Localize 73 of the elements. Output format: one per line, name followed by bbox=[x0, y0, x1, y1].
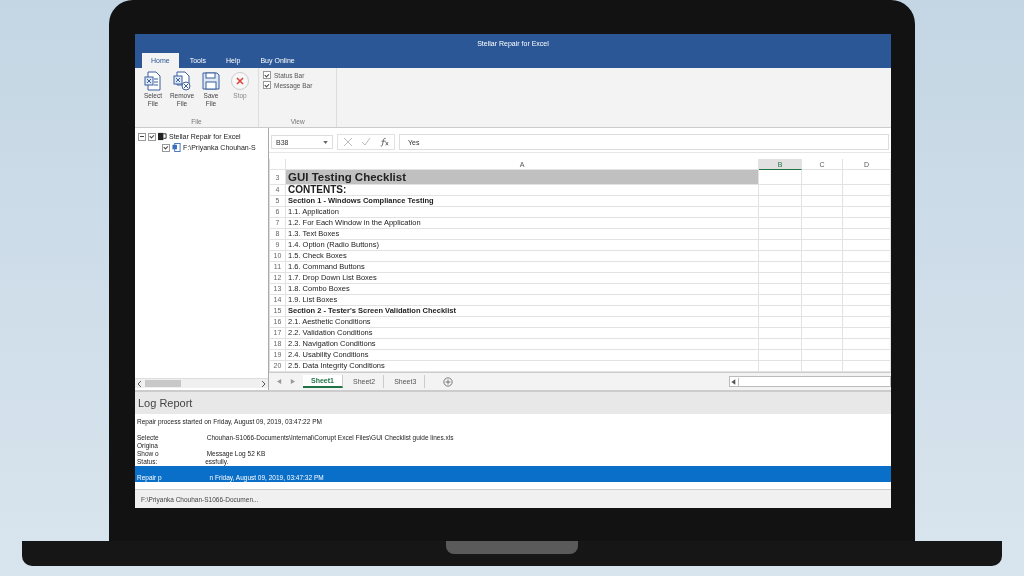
tree-checkbox[interactable] bbox=[162, 143, 170, 152]
table-cell bbox=[843, 170, 891, 185]
file-icon bbox=[172, 143, 181, 152]
table-cell bbox=[802, 251, 843, 262]
table-cell bbox=[843, 339, 891, 350]
save-icon bbox=[201, 71, 221, 91]
table-cell bbox=[802, 284, 843, 295]
table-cell bbox=[843, 229, 891, 240]
table-cell bbox=[843, 196, 891, 207]
file-remove-icon bbox=[172, 71, 192, 91]
table-cell bbox=[759, 240, 802, 251]
table-cell bbox=[843, 262, 891, 273]
table-cell bbox=[759, 262, 802, 273]
table-cell bbox=[843, 328, 891, 339]
tree-checkbox[interactable] bbox=[148, 132, 156, 141]
function-icon[interactable] bbox=[379, 137, 389, 147]
table-cell bbox=[843, 306, 891, 317]
table-cell bbox=[802, 339, 843, 350]
table-cell bbox=[759, 306, 802, 317]
scroll-right-icon[interactable] bbox=[260, 379, 266, 388]
table-cell bbox=[843, 350, 891, 361]
table-cell bbox=[759, 185, 802, 196]
table-cell bbox=[802, 185, 843, 196]
table-cell bbox=[802, 240, 843, 251]
sheet-nav-icon[interactable] bbox=[290, 379, 295, 384]
sheet-nav-icon[interactable] bbox=[277, 379, 282, 384]
table-cell bbox=[802, 328, 843, 339]
table-cell bbox=[759, 350, 802, 361]
table-cell bbox=[759, 218, 802, 229]
panel-title: Log Report bbox=[138, 397, 193, 409]
horizontal-scrollbar[interactable] bbox=[729, 376, 891, 387]
spreadsheet-file-icon bbox=[143, 71, 163, 91]
table-cell bbox=[843, 295, 891, 306]
table-cell bbox=[802, 218, 843, 229]
table-cell bbox=[802, 273, 843, 284]
table-cell bbox=[802, 229, 843, 240]
table-cell: GUI Testing Checklist bbox=[286, 170, 759, 185]
table-cell bbox=[759, 339, 802, 350]
table-cell bbox=[802, 196, 843, 207]
table-cell bbox=[759, 295, 802, 306]
table-cell bbox=[802, 317, 843, 328]
scroll-left-icon[interactable] bbox=[730, 377, 739, 386]
table-cell bbox=[759, 207, 802, 218]
table-cell bbox=[843, 251, 891, 262]
horizontal-scrollbar[interactable] bbox=[135, 378, 268, 388]
table-cell bbox=[802, 262, 843, 273]
dropdown-icon bbox=[323, 140, 328, 144]
table-cell bbox=[843, 185, 891, 196]
table-cell bbox=[843, 273, 891, 284]
table-cell bbox=[843, 284, 891, 295]
table-cell bbox=[802, 350, 843, 361]
add-sheet-icon[interactable] bbox=[443, 376, 454, 387]
table-cell bbox=[759, 317, 802, 328]
table-cell bbox=[802, 306, 843, 317]
table-cell bbox=[759, 229, 802, 240]
table-cell bbox=[759, 170, 802, 185]
table-cell: CONTENTS: bbox=[286, 185, 759, 196]
app-icon bbox=[158, 132, 167, 141]
table-cell bbox=[759, 273, 802, 284]
table-cell bbox=[843, 207, 891, 218]
table-cell bbox=[843, 218, 891, 229]
table-cell bbox=[759, 284, 802, 295]
scroll-left-icon[interactable] bbox=[137, 379, 143, 388]
collapse-toggle[interactable] bbox=[138, 132, 146, 141]
table-cell bbox=[802, 207, 843, 218]
table-cell bbox=[802, 170, 843, 185]
table-cell bbox=[843, 240, 891, 251]
table-cell bbox=[843, 317, 891, 328]
table-cell bbox=[759, 196, 802, 207]
stop-icon bbox=[230, 71, 250, 91]
table-cell bbox=[759, 251, 802, 262]
table-cell bbox=[759, 328, 802, 339]
table-cell bbox=[802, 295, 843, 306]
